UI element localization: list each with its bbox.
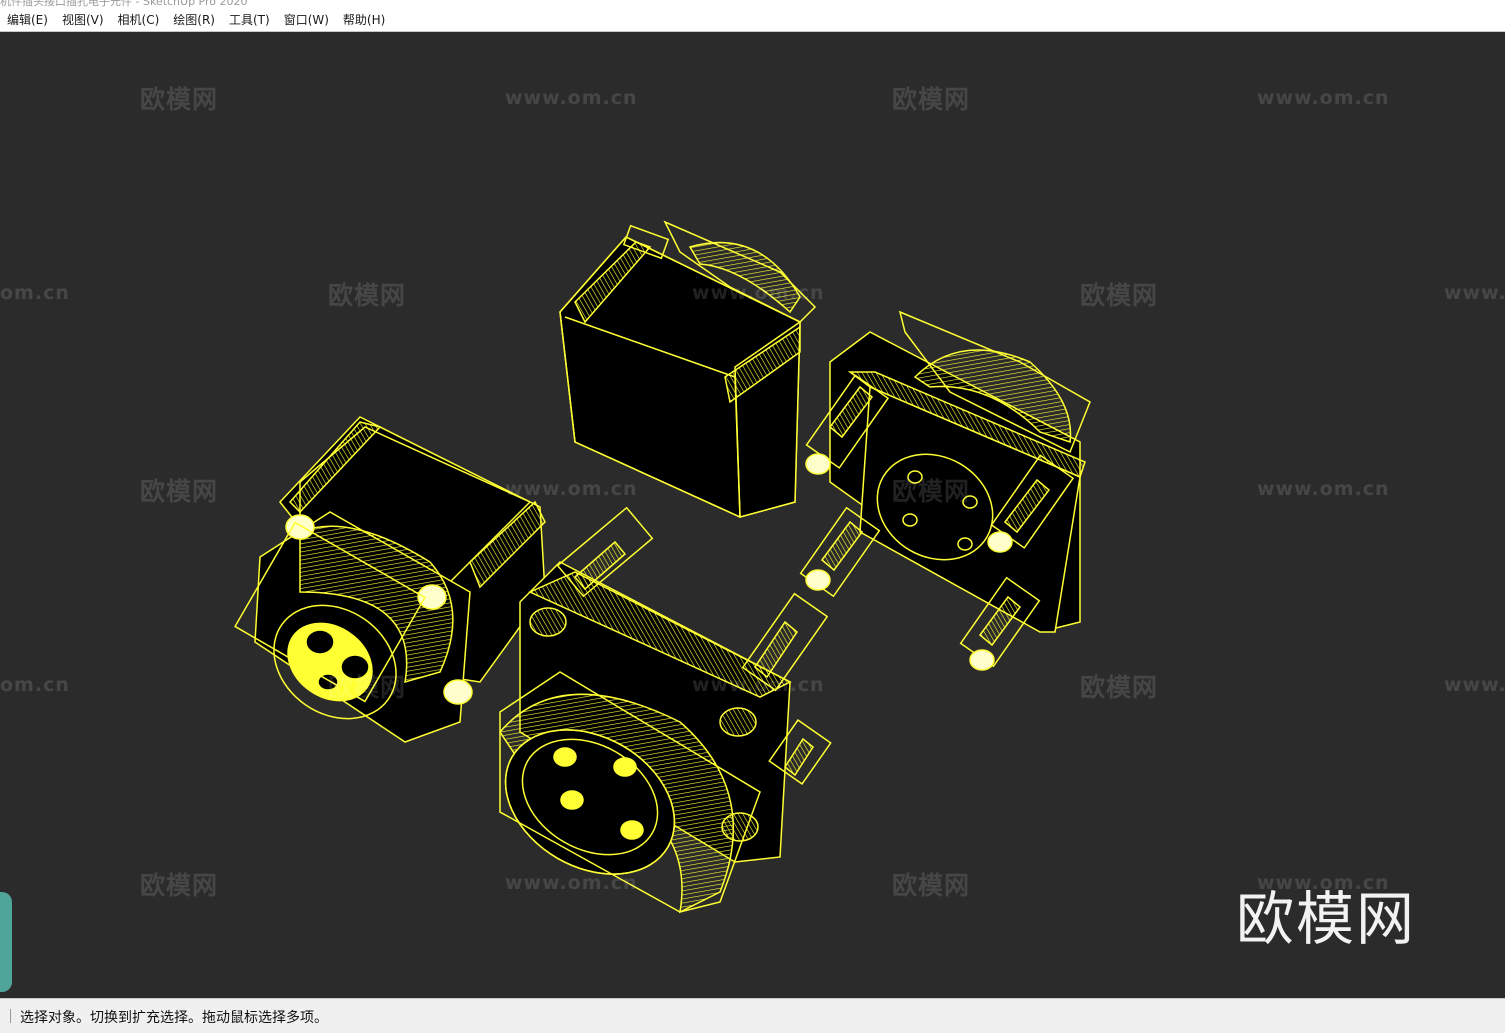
menu-tools[interactable]: 工具(T): [222, 9, 277, 31]
title-bar: 机件插头接口插孔电子元件 - SketchUp Pro 2020: [0, 0, 1505, 9]
menu-edit[interactable]: 编辑(E): [0, 9, 55, 31]
watermark-brand: 欧模网: [140, 871, 219, 900]
watermark-brand: 欧模网: [1080, 281, 1159, 310]
watermark-brand: 欧模网: [328, 281, 407, 310]
status-hint: 选择对象。切换到扩充选择。拖动鼠标选择多项。: [20, 1010, 328, 1026]
watermark-brand: 欧模网: [892, 477, 971, 506]
wireframe-model: [234, 220, 1091, 914]
watermark-url: www.: [1444, 674, 1505, 696]
status-separator: [10, 1009, 11, 1023]
watermark-url: www.om.cn: [505, 478, 638, 500]
watermark-brand: 欧模网: [140, 85, 219, 114]
brand-watermark-large: 欧模网: [1236, 885, 1417, 953]
watermark-url: www.om.cn: [692, 282, 825, 304]
menu-bar: 编辑(E) 视图(V) 相机(C) 绘图(R) 工具(T) 窗口(W) 帮助(H…: [0, 9, 1505, 32]
watermark-url: om.cn: [0, 674, 70, 696]
watermark-url: om.cn: [0, 282, 70, 304]
watermark-brand: 欧模网: [1080, 673, 1159, 702]
watermark-url: www.: [1444, 282, 1505, 304]
side-panel-tab[interactable]: [0, 892, 12, 992]
watermark-url: www.om.cn: [1257, 478, 1390, 500]
watermark-brand: 欧模网: [140, 477, 219, 506]
menu-camera[interactable]: 相机(C): [111, 9, 167, 31]
menu-window[interactable]: 窗口(W): [277, 9, 336, 31]
model-viewport[interactable]: 欧模网 www.om.cn 欧模网 www.om.cn om.cn 欧模网 ww…: [0, 32, 1505, 998]
menu-help[interactable]: 帮助(H): [336, 9, 392, 31]
connector-top-cube: [559, 220, 817, 519]
menu-view[interactable]: 视图(V): [55, 9, 111, 31]
watermark-url: www.om.cn: [505, 872, 638, 894]
menu-draw[interactable]: 绘图(R): [166, 9, 222, 31]
watermark-brand: 欧模网: [892, 871, 971, 900]
watermark-url: www.om.cn: [1257, 87, 1390, 109]
watermark-url: www.om.cn: [505, 87, 638, 109]
watermark-brand: 欧模网: [892, 85, 971, 114]
window-title: 机件插头接口插孔电子元件 - SketchUp Pro 2020: [0, 0, 248, 8]
watermark-url: www.om.cn: [692, 674, 825, 696]
status-bar: 选择对象。切换到扩充选择。拖动鼠标选择多项。: [0, 998, 1505, 1033]
watermark-brand: 欧模网: [328, 673, 407, 702]
